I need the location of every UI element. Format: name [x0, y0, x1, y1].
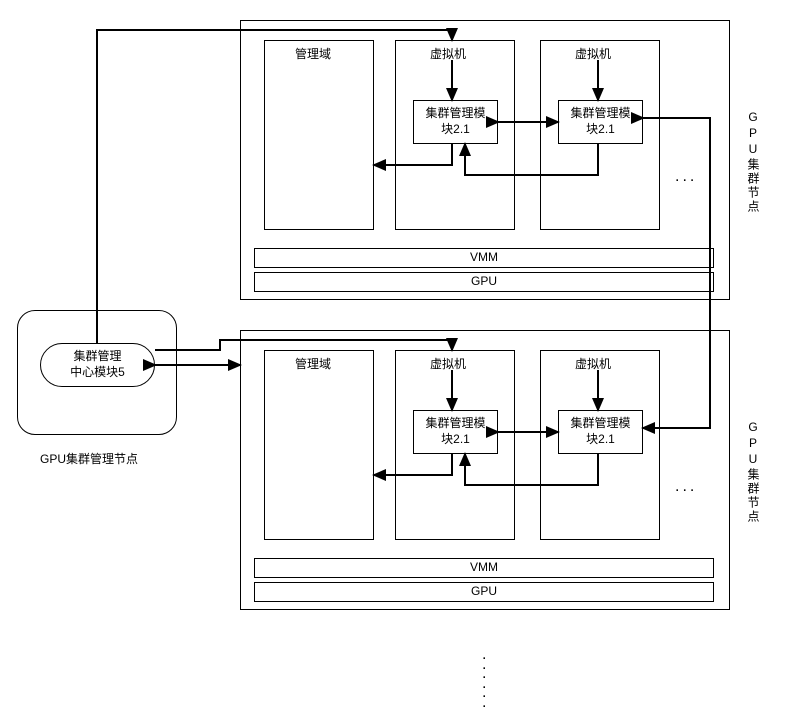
n1-vm2-label: 虚拟机	[575, 45, 611, 62]
mgmt-node-label: GPU集群管理节点	[40, 450, 138, 467]
center-module: 集群管理 中心模块5	[40, 343, 155, 387]
n1-mgmt-domain-label: 管理域	[295, 45, 331, 62]
n1-vmm: VMM	[254, 248, 714, 268]
n1-module2: 集群管理模 块2.1	[558, 100, 643, 144]
more-nodes-ellipsis: ......	[482, 650, 486, 708]
n2-vmm: VMM	[254, 558, 714, 578]
n1-module1: 集群管理模 块2.1	[413, 100, 498, 144]
n2-mgmt-domain-label: 管理域	[295, 355, 331, 372]
n1-gpu: GPU	[254, 272, 714, 292]
n1-mgmt-domain	[264, 40, 374, 230]
n2-mgmt-domain	[264, 350, 374, 540]
n1-vm1-label: 虚拟机	[430, 45, 466, 62]
n2-gpu: GPU	[254, 582, 714, 602]
n2-ellipsis: ...	[675, 478, 697, 496]
cluster-node-2-label: GPU集群节点	[745, 420, 762, 524]
n2-vm1-label: 虚拟机	[430, 355, 466, 372]
n2-module2: 集群管理模 块2.1	[558, 410, 643, 454]
n2-module1: 集群管理模 块2.1	[413, 410, 498, 454]
n2-vm2-label: 虚拟机	[575, 355, 611, 372]
n1-ellipsis: ...	[675, 168, 697, 186]
diagram-root: 集群管理 中心模块5 GPU集群管理节点 GPU集群节点 管理域 虚拟机 集群管…	[0, 0, 800, 721]
cluster-node-1-label: GPU集群节点	[745, 110, 762, 214]
